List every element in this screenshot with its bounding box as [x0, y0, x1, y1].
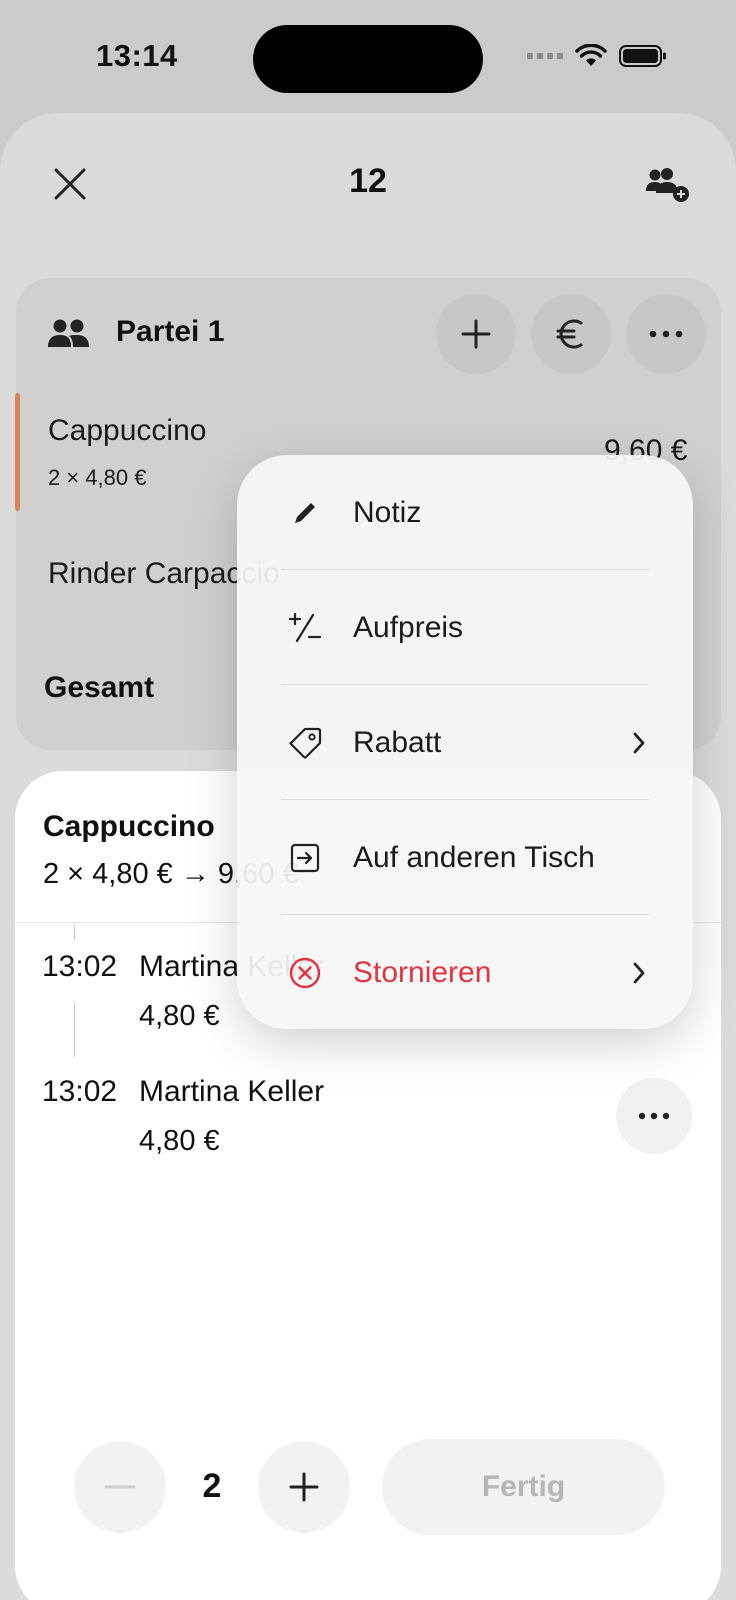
dynamic-island — [253, 25, 483, 93]
timeline-line — [74, 1003, 75, 1057]
menu-item-label: Aufpreis — [353, 610, 464, 644]
party-more-button[interactable] — [626, 294, 706, 374]
log-user: Martina Keller — [139, 1075, 325, 1108]
item-name[interactable]: Cappuccino — [48, 414, 206, 448]
detail-title: Cappuccino — [43, 810, 215, 843]
item-detail: 2 × 4,80 € — [48, 465, 147, 490]
add-item-button[interactable] — [436, 294, 516, 374]
log-more-button[interactable] — [616, 1078, 692, 1154]
menu-item-label: Notiz — [353, 495, 422, 529]
menu-item-notiz[interactable]: Notiz — [237, 455, 693, 570]
menu-item-move-table[interactable]: Auf anderen Tisch — [237, 800, 693, 915]
battery-icon — [619, 45, 666, 67]
cancel-circle-icon — [287, 955, 323, 991]
pencil-icon — [287, 495, 323, 531]
plus-minus-icon — [287, 610, 323, 646]
chevron-right-icon — [633, 732, 645, 753]
total-label: Gesamt — [44, 671, 155, 704]
log-amount: 4,80 € — [139, 1000, 220, 1032]
pay-button[interactable] — [531, 294, 611, 374]
move-to-table-icon — [287, 840, 323, 876]
chevron-right-icon — [633, 962, 645, 983]
status-icons — [527, 44, 667, 68]
page-title: 12 — [349, 162, 387, 200]
menu-item-label: Stornieren — [353, 955, 492, 989]
menu-item-label: Auf anderen Tisch — [353, 840, 595, 874]
people-icon — [48, 319, 89, 347]
log-time: 13:02 — [42, 950, 118, 983]
menu-item-aufpreis[interactable]: Aufpreis — [237, 570, 693, 685]
done-button[interactable]: Fertig — [382, 1439, 665, 1535]
increase-quantity-button[interactable] — [258, 1441, 350, 1533]
decrease-quantity-button[interactable] — [74, 1441, 166, 1533]
plus-icon — [461, 319, 491, 349]
log-time: 13:02 — [42, 1075, 118, 1108]
minus-icon — [104, 1485, 136, 1489]
status-time: 13:14 — [96, 38, 178, 73]
cellular-signal-icon — [527, 53, 563, 59]
more-icon — [649, 330, 683, 338]
menu-item-stornieren[interactable]: Stornieren — [237, 915, 693, 1030]
quantity-value: 2 — [202, 1467, 222, 1505]
timeline-line — [74, 925, 75, 940]
party-name: Partei 1 — [116, 315, 225, 348]
add-party-button[interactable] — [645, 165, 693, 205]
selected-item-indicator — [15, 393, 20, 511]
add-guests-icon — [646, 168, 689, 202]
plus-icon — [289, 1472, 319, 1502]
log-amount: 4,80 € — [139, 1125, 220, 1157]
item-context-menu: Notiz Aufpreis Rabatt Auf anderen Tisch … — [237, 455, 693, 1029]
wifi-icon — [575, 44, 607, 66]
menu-item-label: Rabatt — [353, 725, 442, 759]
euro-icon — [556, 319, 583, 349]
more-icon — [638, 1112, 670, 1120]
menu-item-rabatt[interactable]: Rabatt — [237, 685, 693, 800]
tag-icon — [287, 725, 323, 761]
